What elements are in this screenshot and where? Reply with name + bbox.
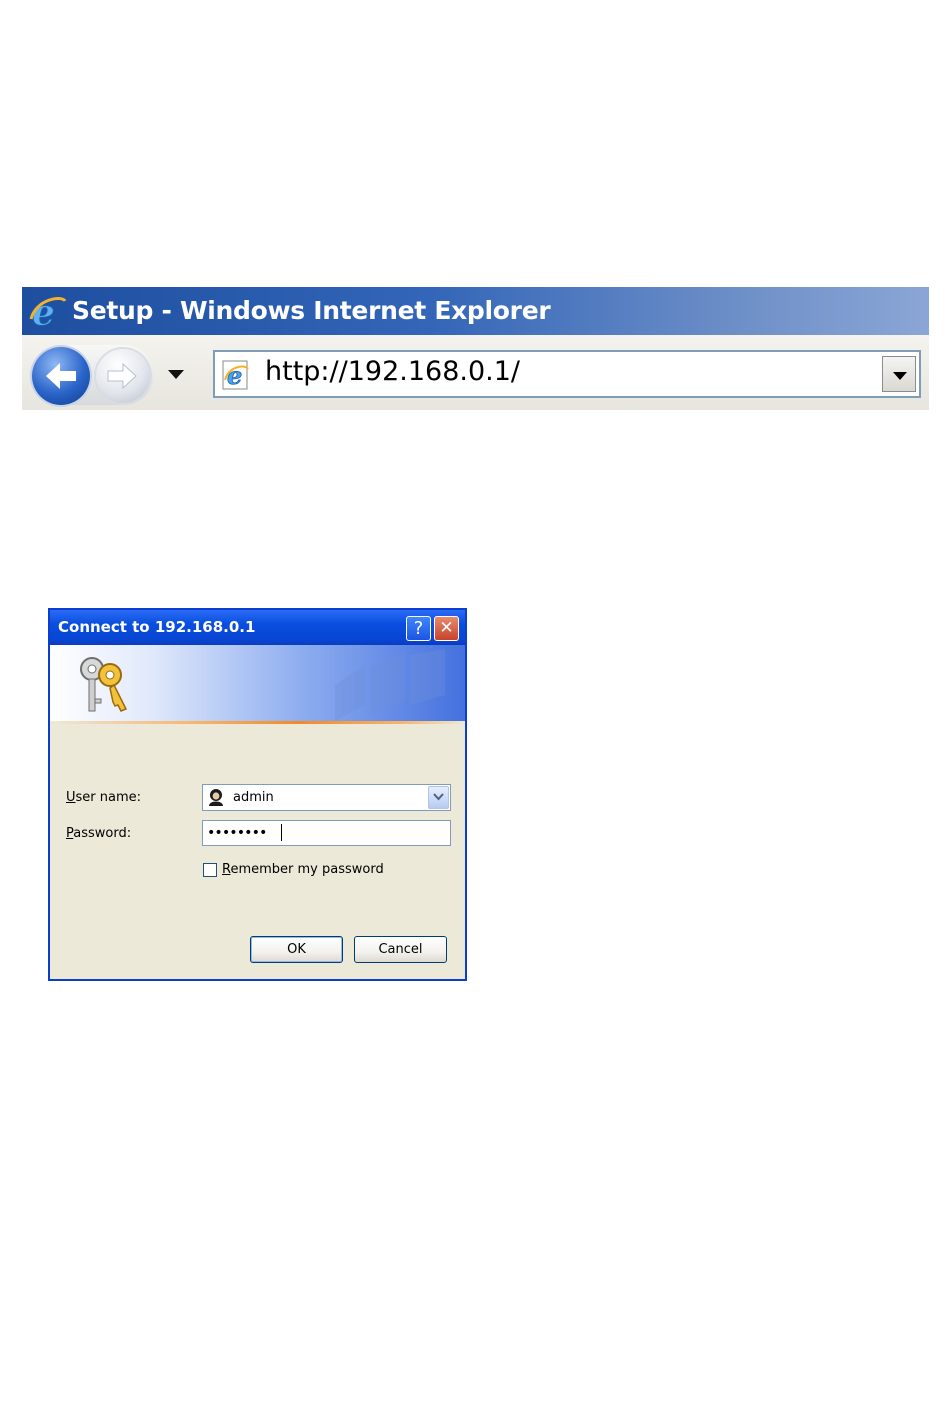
browser-window: e Setup - Windows Internet Explorer e ht… bbox=[22, 287, 929, 410]
ok-button[interactable]: OK bbox=[250, 936, 343, 963]
dialog-title: Connect to 192.168.0.1 bbox=[58, 618, 256, 636]
password-label: Password: bbox=[66, 826, 132, 841]
close-button[interactable]: ✕ bbox=[434, 616, 459, 641]
text-caret bbox=[281, 824, 282, 841]
keys-icon bbox=[80, 657, 128, 712]
chevron-down-icon bbox=[433, 793, 444, 801]
connect-dialog: Connect to 192.168.0.1 ? ✕ User name: ad… bbox=[48, 608, 467, 981]
banner-divider bbox=[50, 721, 465, 724]
help-button[interactable]: ? bbox=[406, 616, 431, 641]
forward-arrow-icon bbox=[107, 362, 137, 390]
dropdown-arrow-icon bbox=[893, 372, 907, 380]
user-icon bbox=[209, 789, 223, 806]
svg-text:e: e bbox=[227, 361, 242, 390]
username-dropdown-button[interactable] bbox=[428, 786, 449, 809]
dialog-banner bbox=[50, 645, 465, 721]
back-arrow-icon bbox=[46, 363, 76, 389]
banner-watermark-icon bbox=[335, 649, 445, 721]
address-text[interactable]: http://192.168.0.1/ bbox=[265, 356, 520, 387]
address-dropdown-button[interactable] bbox=[882, 356, 916, 392]
recent-pages-dropdown-icon[interactable] bbox=[168, 370, 184, 379]
browser-titlebar: e Setup - Windows Internet Explorer bbox=[22, 287, 929, 335]
browser-title: Setup - Windows Internet Explorer bbox=[72, 296, 551, 325]
remember-password-checkbox[interactable] bbox=[203, 863, 217, 877]
remember-password-label[interactable]: Remember my password bbox=[222, 862, 384, 877]
cancel-button[interactable]: Cancel bbox=[354, 936, 447, 963]
dialog-titlebar: Connect to 192.168.0.1 ? ✕ bbox=[50, 610, 465, 645]
password-field[interactable] bbox=[202, 820, 451, 846]
username-combo[interactable]: admin bbox=[202, 784, 451, 811]
browser-toolbar: e http://192.168.0.1/ bbox=[22, 335, 929, 410]
address-bar[interactable]: e http://192.168.0.1/ bbox=[213, 350, 921, 398]
username-label: User name: bbox=[66, 790, 142, 805]
back-button[interactable] bbox=[32, 347, 90, 405]
ie-logo-icon: e bbox=[29, 293, 67, 331]
username-value[interactable]: admin bbox=[233, 790, 274, 805]
page-favicon-icon: e bbox=[222, 360, 249, 390]
forward-button[interactable] bbox=[96, 349, 150, 403]
